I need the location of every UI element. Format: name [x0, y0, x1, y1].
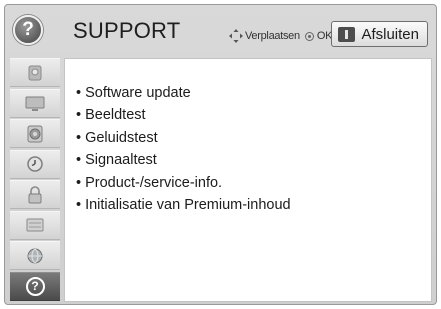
sidebar-item-options[interactable]	[10, 210, 60, 240]
options-icon	[26, 218, 44, 232]
menu-item-premium-reset[interactable]: • Initialisatie van Premium-inhoud	[76, 194, 291, 216]
menu-item-label: Initialisatie van Premium-inhoud	[85, 196, 291, 213]
page-title: SUPPORT	[73, 18, 181, 43]
sidebar-item-time[interactable]	[10, 149, 60, 179]
menu-item-label: Product-/service-info.	[85, 174, 223, 191]
menu-item-sound-test[interactable]: • Geluidstest	[76, 127, 291, 149]
exit-button-label: Afsluiten	[361, 25, 419, 43]
move-hint-label: Verplaatsen	[245, 30, 300, 42]
sidebar-item-picture[interactable]	[10, 58, 60, 87]
picture-settings-icon	[28, 65, 42, 80]
sidebar-item-support[interactable]: ?	[10, 271, 60, 301]
support-menu-panel: • Software update • Beeldtest • Geluidstest…	[64, 58, 432, 302]
exit-key-icon	[338, 26, 356, 42]
sidebar-item-screen[interactable]	[10, 88, 60, 118]
move-arrows-icon	[229, 29, 243, 43]
menu-item-label: Geluidstest	[85, 129, 158, 146]
ok-hint-label: OK	[316, 30, 333, 42]
lock-icon	[28, 185, 42, 203]
menu-item-label: Signaaltest	[85, 152, 157, 169]
menu-item-picture-test[interactable]: • Beeldtest	[76, 104, 291, 126]
clock-icon	[27, 156, 43, 172]
sidebar-item-audio[interactable]	[10, 119, 60, 148]
menu-item-label: Beeldtest	[85, 107, 146, 124]
tv-screen-icon	[25, 96, 45, 111]
menu-item-software-update[interactable]: • Software update	[76, 82, 291, 104]
support-menu: • Software update • Beeldtest • Geluidstest…	[76, 82, 291, 216]
navigation-hint: Verplaatsen OK	[229, 29, 332, 43]
exit-button[interactable]: Afsluiten	[331, 21, 428, 47]
network-icon	[27, 248, 43, 263]
sidebar-item-network[interactable]	[10, 241, 60, 270]
ok-button-icon	[304, 31, 314, 41]
speaker-icon	[27, 125, 43, 142]
sidebar-item-lock[interactable]	[10, 180, 60, 209]
menu-item-label: Software update	[85, 85, 191, 101]
category-sidebar: ?	[10, 58, 60, 304]
support-window: ? SUPPORT Verplaatsen OK Afsluiten ? • S…	[4, 4, 437, 305]
header-bar: ? SUPPORT Verplaatsen OK Afsluiten	[5, 5, 436, 55]
help-icon: ?	[13, 15, 43, 45]
support-help-icon: ?	[25, 276, 45, 296]
menu-item-signal-test[interactable]: • Signaaltest	[76, 149, 291, 171]
menu-item-product-service-info[interactable]: • Product-/service-info.	[76, 172, 291, 194]
